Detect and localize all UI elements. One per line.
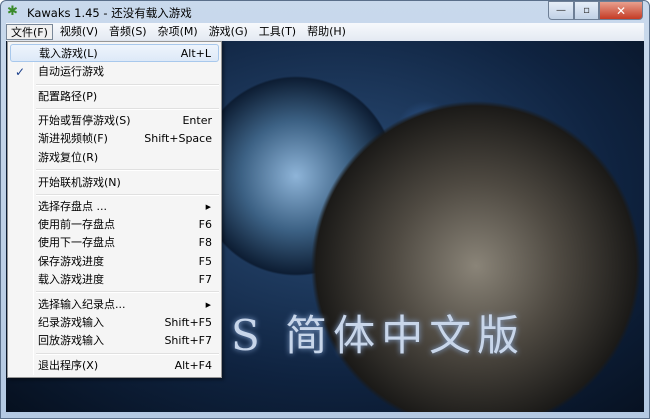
file-menu-item[interactable]: 载入游戏进度 F7 [10,271,219,289]
close-button[interactable]: ✕ [599,1,643,20]
menu-item-label: 载入游戏(L) [39,47,98,60]
menu-file[interactable]: 文件(F) [6,24,53,40]
file-menu-item[interactable]: 使用下一存盘点 F8 [10,234,219,252]
menu-tools[interactable]: 工具(T) [255,24,300,40]
maximize-button[interactable]: ▫ [574,1,599,20]
menu-item-label: 纪录游戏输入 [38,316,104,329]
menu-misc[interactable]: 杂项(M) [154,24,202,40]
file-menu-item[interactable]: 开始或暂停游戏(S) Enter [10,112,219,130]
menu-item-label: 回放游戏输入 [38,334,104,347]
file-menu-item[interactable]: 选择存盘点 ... ▶ [10,198,219,216]
menu-item-label: 保存游戏进度 [38,255,104,268]
submenu-arrow-icon: ▶ [205,203,211,211]
menu-video[interactable]: 视频(V) [56,24,102,40]
submenu-arrow-icon: ▶ [205,301,211,309]
menu-game[interactable]: 游戏(G) [205,24,252,40]
menu-separator [36,169,219,171]
file-menu-item[interactable]: 开始联机游戏(N) [10,174,219,192]
app-window: ✱ Kawaks 1.45 - 还没有载入游戏 — ▫ ✕ 文件(F) 视频(V… [0,0,650,419]
title-bar: ✱ Kawaks 1.45 - 还没有载入游戏 — ▫ ✕ [1,1,649,23]
file-menu-item[interactable]: 游戏复位(R) [10,149,219,167]
menu-bar: 文件(F) 视频(V) 音频(S) 杂项(M) 游戏(G) 工具(T) 帮助(H… [6,23,644,41]
menu-help[interactable]: 帮助(H) [303,24,350,40]
menu-item-label: 开始联机游戏(N) [38,176,121,189]
menu-item-shortcut: F8 [198,236,212,249]
menu-item-label: 使用前一存盘点 [38,218,115,231]
file-menu-item[interactable]: 使用前一存盘点 F6 [10,216,219,234]
menu-item-shortcut: F7 [198,273,212,286]
file-menu-item[interactable]: ✓ 自动运行游戏 [10,63,219,81]
chinese-edition-banner: S 简体中文版 [231,311,526,360]
menu-item-label: 退出程序(X) [38,359,99,372]
minimize-button[interactable]: — [548,1,574,20]
menu-separator [36,84,219,86]
window-title: Kawaks 1.45 - 还没有载入游戏 [27,6,192,20]
file-menu-item[interactable]: 选择输入纪录点... ▶ [10,296,219,314]
file-menu-dropdown: 载入游戏(L) Alt+L ✓ 自动运行游戏 配置路径(P) 开始或暂停游戏(S) Ente… [7,41,222,378]
checkmark-icon: ✓ [15,65,26,79]
menu-item-label: 选择存盘点 ... [38,200,107,213]
menu-audio[interactable]: 音频(S) [105,24,151,40]
menu-item-shortcut: Shift+F7 [164,334,212,347]
file-menu-item[interactable]: 纪录游戏输入 Shift+F5 [10,314,219,332]
menu-item-label: 自动运行游戏 [38,65,104,78]
menu-item-label: 游戏复位(R) [38,151,99,164]
menu-item-shortcut: Alt+L [180,47,211,60]
menu-item-shortcut: F6 [198,218,212,231]
menu-item-label: 载入游戏进度 [38,273,104,286]
menu-separator [36,353,219,355]
menu-item-shortcut: Shift+F5 [164,316,212,329]
kawaks-app-icon: ✱ [7,4,18,19]
menu-item-label: 配置路径(P) [38,90,98,103]
file-menu-item[interactable]: 回放游戏输入 Shift+F7 [10,332,219,350]
menu-item-label: 使用下一存盘点 [38,236,115,249]
menu-separator [36,194,219,196]
menu-separator [36,291,219,293]
menu-item-shortcut: Alt+F4 [174,359,212,372]
file-menu-item[interactable]: 保存游戏进度 F5 [10,253,219,271]
menu-item-label: 渐进视频帧(F) [38,132,108,145]
menu-item-shortcut: F5 [198,255,212,268]
menu-separator [36,108,219,110]
file-menu-item[interactable]: 载入游戏(L) Alt+L [10,44,219,62]
menu-item-shortcut: Shift+Space [144,132,212,145]
menu-item-label: 选择输入纪录点... [38,298,126,311]
file-menu-item[interactable]: 配置路径(P) [10,88,219,106]
menu-item-shortcut: Enter [182,114,212,127]
file-menu-item[interactable]: 退出程序(X) Alt+F4 [10,357,219,375]
file-menu-item[interactable]: 渐进视频帧(F) Shift+Space [10,130,219,148]
menu-item-label: 开始或暂停游戏(S) [38,114,131,127]
